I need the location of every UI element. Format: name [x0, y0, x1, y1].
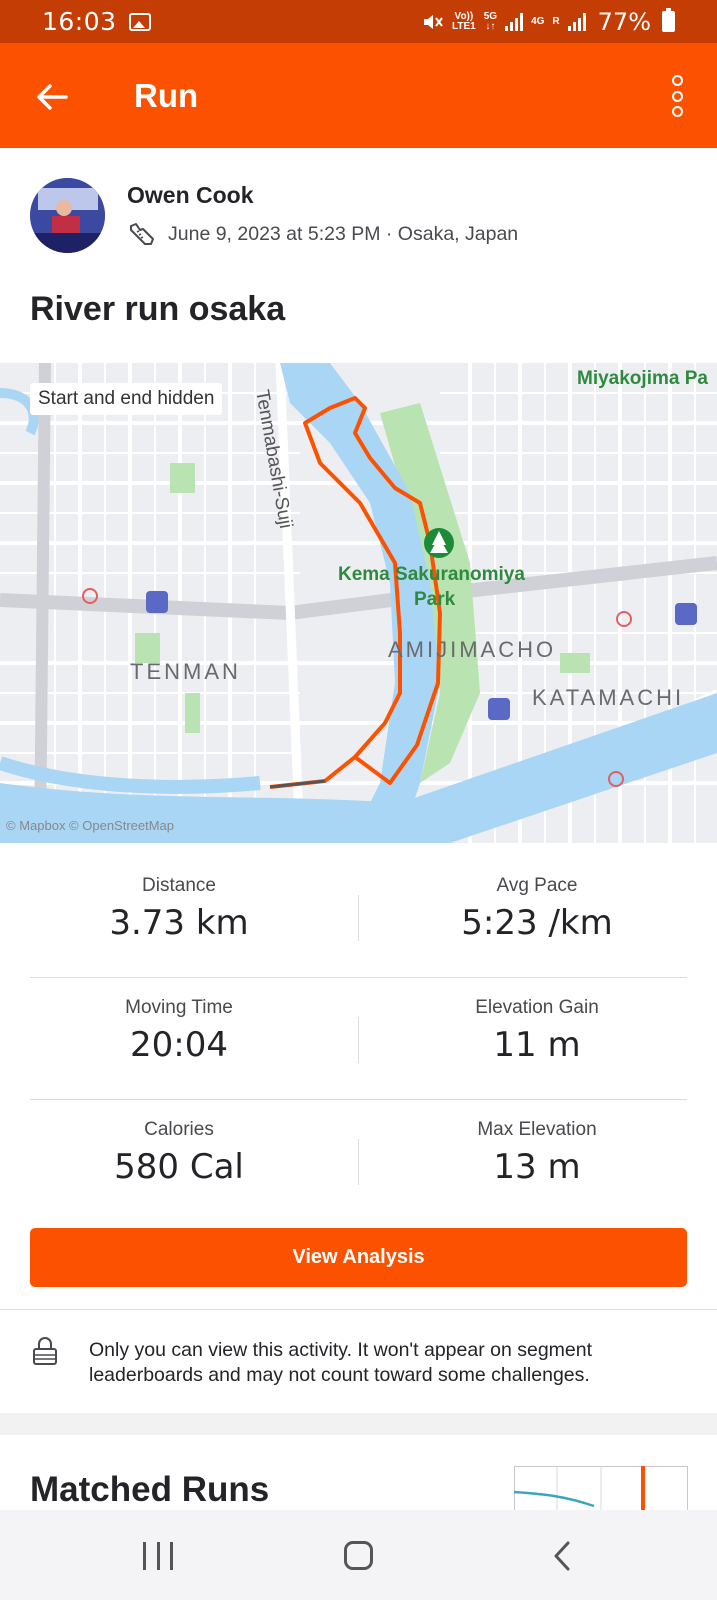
stat-label: Calories: [144, 1119, 214, 1140]
battery-percent: 77%: [597, 7, 651, 36]
run-shoe-icon: [130, 223, 154, 245]
stat-avg-pace: Avg Pace 5:23 /km: [358, 875, 716, 943]
stat-calories: Calories 580 Cal: [0, 1119, 358, 1187]
volte-indicator: Vo)) LTE1: [452, 10, 476, 32]
status-bar: 16:03 Vo)) LTE1 5G ↓↑ 4G R 77%: [0, 0, 717, 43]
stat-elevation-gain: Elevation Gain 11 m: [358, 997, 716, 1065]
stat-value: 5:23 /km: [461, 903, 613, 943]
4g-indicator: 4G: [531, 15, 545, 27]
home-button[interactable]: [344, 1541, 373, 1570]
stat-label: Moving Time: [125, 997, 233, 1018]
more-options-button[interactable]: [662, 71, 692, 121]
stat-distance: Distance 3.73 km: [0, 875, 358, 943]
roaming-indicator: R: [552, 15, 560, 27]
stat-value: 11 m: [493, 1025, 581, 1065]
privacy-notice: Only you can view this activity. It won'…: [89, 1339, 593, 1386]
back-button[interactable]: [30, 75, 74, 119]
map-attribution: © Mapbox © OpenStreetMap: [6, 818, 175, 833]
map-canvas: Miyakojima Pa Tenmabashi-Suji Kema Sakur…: [0, 363, 717, 843]
map-label-park-1: Kema Sakuranomiya: [338, 564, 525, 585]
5g-indicator: 5G ↓↑: [483, 10, 498, 32]
signal-strength-icon-2: [567, 12, 586, 31]
athlete-name[interactable]: Owen Cook: [127, 182, 254, 209]
stat-row-divider: [30, 1099, 687, 1100]
stat-value: 580 Cal: [114, 1147, 244, 1187]
back-arrow-icon: [37, 84, 68, 110]
matched-runs-title: Matched Runs: [30, 1470, 270, 1509]
map-label-amijimacho: AMIJIMACHO: [388, 637, 556, 662]
activity-date-location: June 9, 2023 at 5:23 PM · Osaka, Japan: [168, 223, 519, 245]
gallery-notification-icon: [128, 12, 151, 31]
mute-icon: [424, 14, 443, 29]
app-bar: Run: [0, 43, 717, 148]
status-indicators: Vo)) LTE1 5G ↓↑ 4G R 77%: [422, 8, 675, 36]
stat-value: 20:04: [130, 1025, 228, 1065]
back-nav-icon[interactable]: [548, 1540, 576, 1572]
lock-icon: [33, 1337, 57, 1365]
route-map[interactable]: Miyakojima Pa Tenmabashi-Suji Kema Sakur…: [0, 363, 717, 843]
stat-value: 13 m: [493, 1147, 581, 1187]
stat-label: Avg Pace: [496, 875, 578, 896]
matched-runs-mini-chart[interactable]: [514, 1466, 688, 1510]
stat-label: Max Elevation: [477, 1119, 597, 1140]
more-vertical-icon: [671, 75, 683, 86]
map-label-katamachi: KATAMACHI: [532, 685, 684, 710]
start-end-hidden-label: Start and end hidden: [30, 383, 223, 415]
signal-strength-icon: [505, 12, 524, 31]
stat-label: Elevation Gain: [475, 997, 599, 1018]
avatar-photo: [30, 178, 105, 253]
stat-value: 3.73 km: [109, 903, 249, 943]
divider: [0, 1309, 717, 1310]
status-time: 16:03: [42, 7, 117, 36]
avatar[interactable]: [30, 178, 105, 253]
stat-row-divider: [30, 977, 687, 978]
page-title: Run: [134, 77, 199, 114]
stat-label: Distance: [142, 875, 216, 896]
section-separator: [0, 1413, 717, 1435]
stat-moving-time: Moving Time 20:04: [0, 997, 358, 1065]
stat-max-elevation: Max Elevation 13 m: [358, 1119, 716, 1187]
activity-title: River run osaka: [30, 290, 286, 328]
map-label-miyakojima: Miyakojima Pa: [577, 368, 708, 389]
recent-apps-icon: [143, 1542, 146, 1570]
system-nav-bar: [0, 1510, 717, 1600]
view-analysis-button[interactable]: View Analysis: [30, 1228, 687, 1287]
map-label-tenman: TENMAN: [130, 659, 241, 684]
recent-apps-button[interactable]: [143, 1542, 173, 1570]
battery-icon: [662, 8, 675, 32]
map-label-park-2: Park: [414, 589, 456, 610]
